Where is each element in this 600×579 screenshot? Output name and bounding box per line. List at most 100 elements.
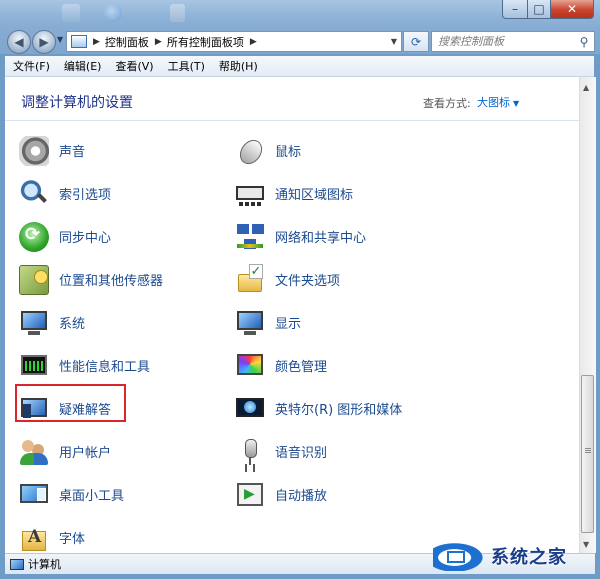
- item-label: 字体: [59, 532, 86, 547]
- control-panel-items: 声音 鼠标 索引选项 通知区域图标 同步中心 网络和共享中心 位置和其他传感器 …: [19, 129, 579, 559]
- item-label: 索引选项: [59, 188, 112, 203]
- menu-view[interactable]: 查看(V): [107, 58, 159, 74]
- color-management-icon: [235, 351, 265, 381]
- breadcrumb-separator-icon[interactable]: ▶: [93, 37, 100, 47]
- item-autoplay[interactable]: 自动播放: [235, 473, 451, 516]
- item-color-management[interactable]: 颜色管理: [235, 344, 451, 387]
- vertical-scrollbar[interactable]: ▲ ▼: [579, 77, 596, 553]
- sensor-icon: [19, 264, 49, 295]
- address-dropdown-icon[interactable]: ▼: [391, 37, 397, 46]
- display-monitor-icon: [235, 308, 265, 338]
- microphone-icon: [235, 437, 265, 467]
- breadcrumb-control-panel[interactable]: 控制面板: [105, 34, 149, 50]
- ie-icon-ghost: [104, 4, 122, 22]
- speaker-icon: [19, 135, 49, 166]
- refresh-button[interactable]: ⟳: [403, 31, 429, 52]
- item-location-sensors[interactable]: 位置和其他传感器: [19, 258, 235, 301]
- back-button[interactable]: ◀: [7, 30, 31, 54]
- page-title: 调整计算机的设置: [21, 95, 133, 111]
- intel-graphics-icon: [235, 394, 265, 424]
- performance-icon: [19, 351, 49, 381]
- item-label: 文件夹选项: [275, 274, 341, 289]
- menu-file[interactable]: 文件(F): [5, 58, 56, 74]
- folder-options-icon: [235, 263, 265, 295]
- scroll-thumb[interactable]: [581, 375, 594, 533]
- mouse-icon: [235, 136, 265, 166]
- forward-arrow-icon: ▶: [39, 35, 49, 49]
- title-bar: – □ ✕: [0, 0, 600, 28]
- user-accounts-icon: [19, 437, 49, 467]
- item-label: 通知区域图标: [275, 188, 354, 203]
- document-icon-ghost: [170, 4, 185, 22]
- item-sound[interactable]: 声音: [19, 129, 235, 172]
- search-box[interactable]: ⚲: [431, 31, 595, 52]
- item-label: 位置和其他传感器: [59, 274, 164, 289]
- item-label: 桌面小工具: [59, 489, 125, 504]
- item-label: 用户帐户: [59, 446, 112, 461]
- fonts-folder-icon: [19, 523, 49, 553]
- system-monitor-icon: [19, 308, 49, 338]
- recent-pages-dropdown[interactable]: ▼: [57, 35, 63, 44]
- menu-bar: 文件(F) 编辑(E) 查看(V) 工具(T) 帮助(H): [5, 56, 594, 77]
- menu-edit[interactable]: 编辑(E): [56, 58, 108, 74]
- address-bar[interactable]: ▶ 控制面板 ▶ 所有控制面板项 ▶ ▼: [66, 31, 402, 52]
- item-folder-options[interactable]: 文件夹选项: [235, 258, 451, 301]
- watermark-text: 系统之家: [491, 547, 567, 568]
- view-by-value: 大图标: [477, 96, 510, 109]
- item-intel-graphics-media[interactable]: 英特尔(R) 图形和媒体: [235, 387, 451, 430]
- content-pane: 调整计算机的设置 查看方式: 大图标▼ 声音 鼠标 索引选项 通知区域图标 同步…: [5, 77, 579, 553]
- item-label: 显示: [275, 317, 302, 332]
- network-icon: [235, 222, 265, 252]
- item-label: 声音: [59, 145, 86, 160]
- item-desktop-gadgets[interactable]: 桌面小工具: [19, 473, 235, 516]
- item-speech-recognition[interactable]: 语音识别: [235, 430, 451, 473]
- item-performance-tools[interactable]: 性能信息和工具: [19, 344, 235, 387]
- item-indexing-options[interactable]: 索引选项: [19, 172, 235, 215]
- item-label: 语音识别: [275, 446, 328, 461]
- search-icon[interactable]: ⚲: [576, 35, 592, 49]
- view-by-label: 查看方式:: [423, 97, 471, 110]
- item-mouse[interactable]: 鼠标: [235, 129, 451, 172]
- breadcrumb-separator-icon[interactable]: ▶: [155, 37, 162, 47]
- back-arrow-icon: ◀: [14, 35, 24, 49]
- control-panel-icon: [71, 35, 87, 48]
- scroll-up-icon[interactable]: ▲: [583, 83, 589, 92]
- highlight-box: [15, 384, 126, 422]
- item-system[interactable]: 系统: [19, 301, 235, 344]
- breadcrumb-all-items[interactable]: 所有控制面板项: [167, 34, 244, 50]
- navigation-bar: ◀ ▶ ▼ ▶ 控制面板 ▶ 所有控制面板项 ▶ ▼ ⟳ ⚲: [0, 28, 600, 54]
- maximize-button[interactable]: □: [528, 0, 551, 19]
- sync-icon: [19, 221, 49, 252]
- watermark: 系统之家: [433, 537, 598, 575]
- forward-button[interactable]: ▶: [32, 30, 56, 54]
- search-input[interactable]: [432, 32, 576, 51]
- item-user-accounts[interactable]: 用户帐户: [19, 430, 235, 473]
- menu-help[interactable]: 帮助(H): [211, 58, 264, 74]
- item-label: 鼠标: [275, 145, 302, 160]
- notification-tray-icon: [235, 179, 265, 209]
- item-notification-area-icons[interactable]: 通知区域图标: [235, 172, 451, 215]
- item-label: 颜色管理: [275, 360, 328, 375]
- item-label: 同步中心: [59, 231, 112, 246]
- item-label: 自动播放: [275, 489, 328, 504]
- magnifier-icon: [19, 178, 49, 209]
- watermark-logo-icon: [433, 541, 487, 571]
- view-by-dropdown[interactable]: 大图标 ▼: [477, 94, 519, 110]
- breadcrumb-separator-icon[interactable]: ▶: [250, 37, 257, 47]
- item-sync-center[interactable]: 同步中心: [19, 215, 235, 258]
- item-label: 英特尔(R) 图形和媒体: [275, 403, 403, 418]
- item-label: 网络和共享中心: [275, 231, 367, 246]
- status-text: 计算机: [28, 558, 61, 571]
- menu-tools[interactable]: 工具(T): [160, 58, 211, 74]
- close-button[interactable]: ✕: [551, 0, 594, 19]
- item-network-sharing-center[interactable]: 网络和共享中心: [235, 215, 451, 258]
- item-label: 性能信息和工具: [59, 360, 151, 375]
- minimize-button[interactable]: –: [502, 0, 528, 19]
- computer-icon: [10, 558, 24, 570]
- item-display[interactable]: 显示: [235, 301, 451, 344]
- refresh-icon: ⟳: [410, 34, 422, 49]
- item-label: 系统: [59, 317, 86, 332]
- desktop-icon-ghost: [62, 4, 80, 22]
- window-controls: – □ ✕: [502, 0, 594, 19]
- grip-icon: [585, 448, 591, 454]
